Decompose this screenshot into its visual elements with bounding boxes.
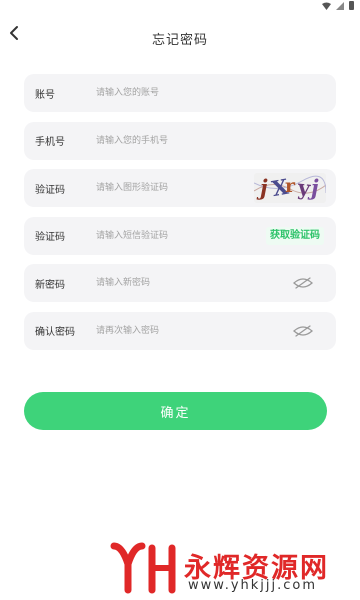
captcha-char: j [311, 175, 319, 200]
account-input[interactable] [96, 84, 246, 102]
battery-icon [349, 1, 354, 10]
watermark-logo [110, 542, 176, 594]
sms-code-input[interactable] [96, 226, 246, 245]
new-password-label: 新密码 [35, 279, 65, 291]
get-code-button[interactable]: 获取验证码 [266, 226, 324, 245]
confirm-button[interactable]: 确定 [24, 392, 327, 430]
status-icons [322, 1, 354, 10]
captcha-image[interactable]: j X r y j [254, 173, 326, 203]
captcha-char: j [260, 175, 268, 200]
eye-closed-icon[interactable] [292, 277, 314, 289]
new-password-input[interactable] [96, 274, 246, 292]
wifi-icon [322, 2, 331, 10]
account-label: 账号 [35, 89, 55, 101]
phone-label: 手机号 [35, 137, 65, 148]
header: 忘记密码 [0, 18, 360, 56]
status-bar [0, 0, 360, 12]
image-captcha-input[interactable] [96, 179, 246, 197]
new-password-row: 新密码 [24, 264, 336, 302]
sms-code-row: 验证码 获取验证码 [24, 216, 336, 255]
eye-closed-icon[interactable] [292, 324, 314, 337]
captcha-char: y [296, 174, 312, 201]
confirm-password-label: 确认密码 [35, 327, 75, 338]
phone-input[interactable] [96, 131, 246, 150]
confirm-password-row: 确认密码 [24, 311, 336, 350]
watermark-url: www.yhkjjj.com [188, 578, 318, 593]
watermark: 永辉资源网 www.yhkjjj.com [108, 540, 340, 596]
image-captcha-row: 验证码 j X r y j [24, 169, 336, 207]
captcha-char: r [285, 175, 296, 197]
phone-row: 手机号 [24, 121, 336, 160]
sms-code-label: 验证码 [35, 232, 65, 243]
forgot-password-form: 账号 手机号 验证码 j X r y j 验证码 获取验证码 新密码 [24, 74, 336, 359]
signal-icon [336, 1, 344, 10]
page-title: 忘记密码 [151, 33, 208, 48]
image-captcha-label: 验证码 [35, 184, 65, 196]
account-row: 账号 [24, 74, 336, 112]
confirm-password-input[interactable] [96, 321, 246, 340]
